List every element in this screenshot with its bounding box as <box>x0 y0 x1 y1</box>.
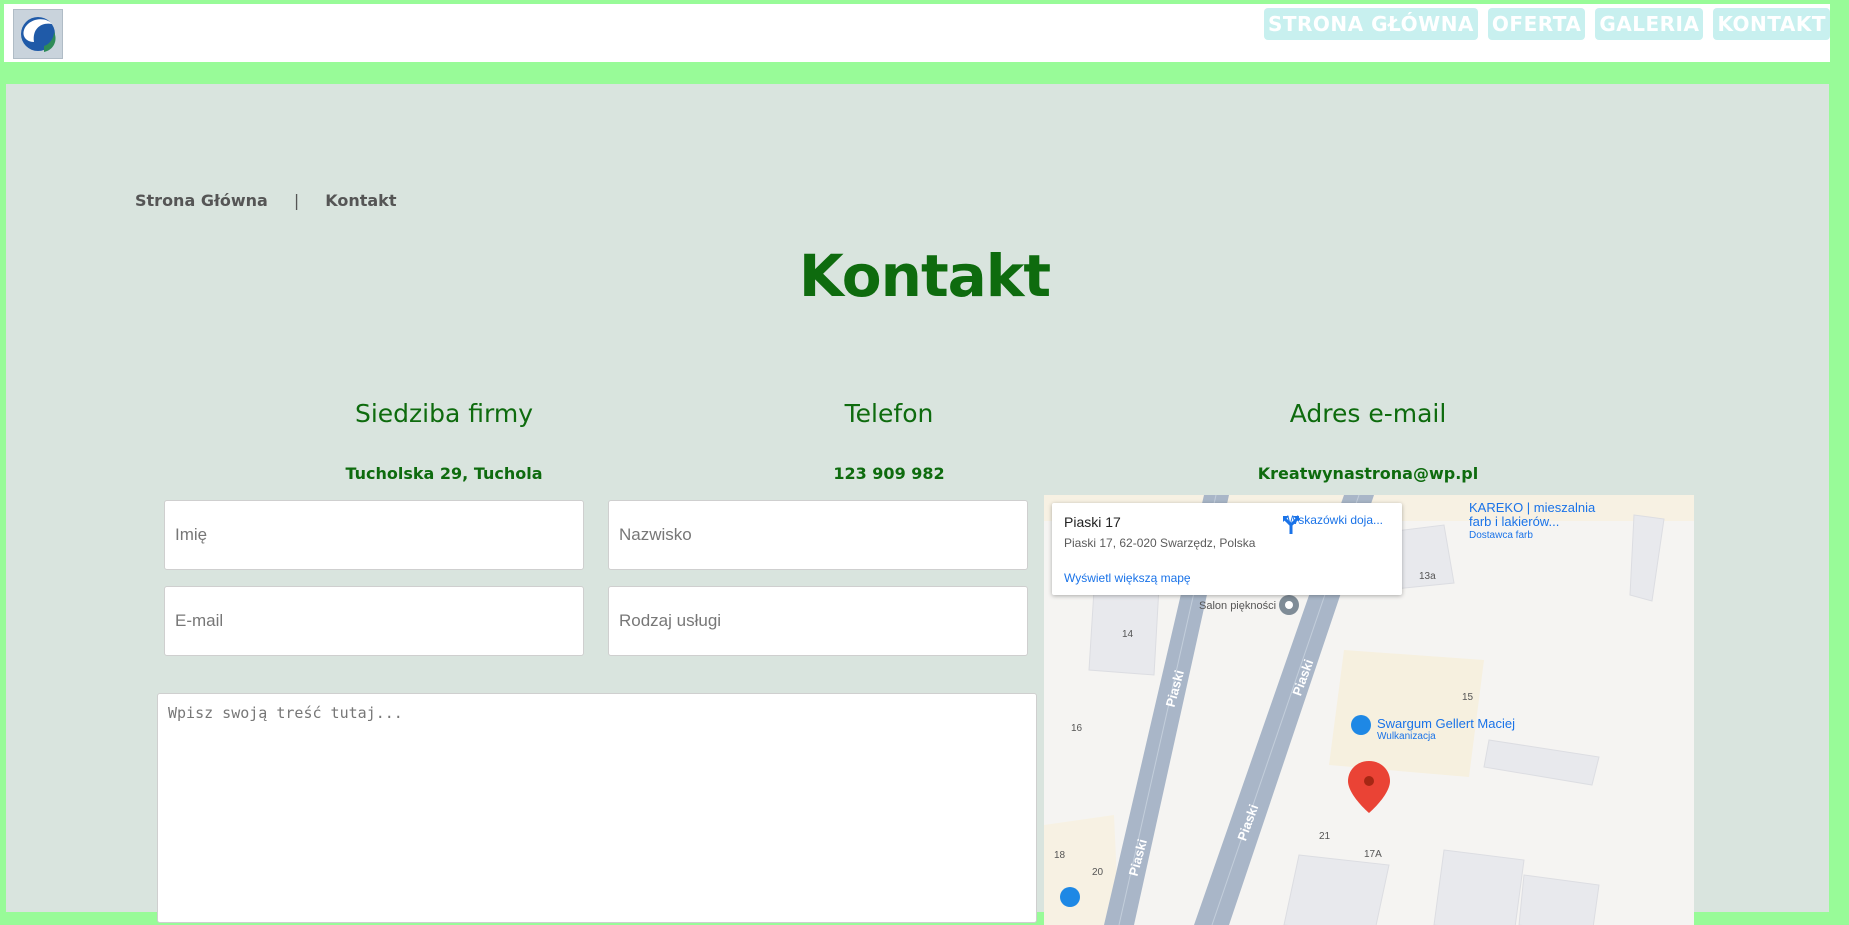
place-name: Swargum Gellert Maciej <box>1377 716 1515 731</box>
larger-map-link[interactable]: Wyświetl większą mapę <box>1064 571 1191 585</box>
directions-link[interactable]: Wskazówki doja... <box>1280 513 1390 534</box>
place-label[interactable]: Swargum Gellert Maciej Wulkanizacja <box>1377 717 1515 743</box>
nav-gallery[interactable]: GALERIA <box>1595 8 1704 40</box>
map-card-title: Piaski 17 <box>1064 514 1121 530</box>
message-textarea[interactable] <box>157 693 1037 923</box>
house-number: 18 <box>1054 850 1066 861</box>
nav-offer[interactable]: OFERTA <box>1487 8 1586 40</box>
logo-icon[interactable] <box>13 9 63 59</box>
page-title: Kontakt <box>798 242 1051 310</box>
place-name: farb i lakierów... <box>1469 514 1560 529</box>
house-number: 17A <box>1364 849 1382 860</box>
info-address: Siedziba firmy Tucholska 29, Tuchola <box>244 394 644 483</box>
main-content: Strona Główna | Kontakt Kontakt Siedziba… <box>6 84 1829 925</box>
nav-home[interactable]: STRONA GŁÓWNA <box>1263 8 1478 40</box>
phone-value: 123 909 982 <box>833 464 945 483</box>
place-type: Wulkanizacja <box>1377 731 1436 742</box>
breadcrumb-separator: | <box>293 191 300 210</box>
site-header: STRONA GŁÓWNA OFERTA GALERIA KONTAKT <box>4 4 1830 62</box>
main-nav: STRONA GŁÓWNA OFERTA GALERIA KONTAKT <box>1263 8 1830 40</box>
email-input[interactable] <box>164 586 584 656</box>
address-heading: Siedziba firmy <box>354 399 533 428</box>
info-phone: Telefon 123 909 982 <box>689 394 1089 483</box>
place-label[interactable]: Salon piękności <box>1199 600 1276 612</box>
map-info-card: Piaski 17 Piaski 17, 62-020 Swarzędz, Po… <box>1052 503 1402 595</box>
email-value[interactable]: Kreatwynastrona@wp.pl <box>1168 464 1568 483</box>
place-label[interactable]: KAREKO | mieszalnia farb i lakierów... D… <box>1469 501 1595 543</box>
house-number: 13a <box>1419 571 1436 582</box>
embedded-map[interactable]: Piaski Piaski Piaski Piaski 13a 14 15 16… <box>1044 495 1694 925</box>
house-number: 14 <box>1122 629 1134 640</box>
directions-icon <box>1283 516 1299 534</box>
last-name-input[interactable] <box>608 500 1028 570</box>
breadcrumb-home[interactable]: Strona Główna <box>135 191 268 210</box>
house-number: 15 <box>1462 692 1474 703</box>
place-type: Dostawca farb <box>1469 530 1533 541</box>
nav-contact[interactable]: KONTAKT <box>1713 8 1830 40</box>
phone-heading: Telefon <box>844 399 934 428</box>
info-email: Adres e-mail Kreatwynastrona@wp.pl <box>1168 394 1568 483</box>
map-card-address: Piaski 17, 62-020 Swarzędz, Polska <box>1064 536 1256 550</box>
email-heading: Adres e-mail <box>1289 399 1447 428</box>
breadcrumb: Strona Główna | Kontakt <box>135 191 396 210</box>
house-number: 16 <box>1071 723 1083 734</box>
address-value: Tucholska 29, Tuchola <box>345 464 543 483</box>
first-name-input[interactable] <box>164 500 584 570</box>
house-number: 21 <box>1319 831 1331 842</box>
breadcrumb-current: Kontakt <box>325 191 397 210</box>
service-type-input[interactable] <box>608 586 1028 656</box>
place-name: KAREKO | mieszalnia <box>1469 500 1596 515</box>
house-number: 20 <box>1092 867 1104 878</box>
